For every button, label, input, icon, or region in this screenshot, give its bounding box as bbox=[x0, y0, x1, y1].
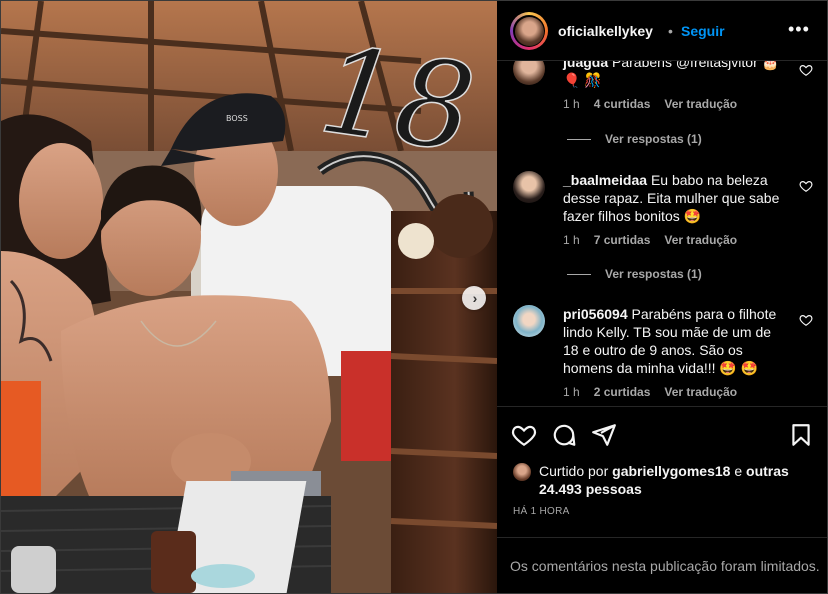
profile-avatar[interactable] bbox=[510, 12, 548, 50]
liked-by-text: Curtido por gabriellygomes18 e outras 24… bbox=[539, 462, 789, 498]
comment-meta: 1 h 4 curtidas Ver tradução bbox=[563, 97, 737, 111]
comment-like-heart-icon[interactable] bbox=[799, 313, 813, 327]
chevron-right-icon: › bbox=[472, 290, 478, 306]
view-replies-button[interactable]: Ver respostas (1) bbox=[567, 132, 702, 146]
comment-username[interactable]: pri056094 bbox=[563, 306, 628, 322]
comment-likes[interactable]: 2 curtidas bbox=[594, 385, 651, 399]
comment-icon[interactable] bbox=[551, 422, 577, 448]
translate-link[interactable]: Ver tradução bbox=[664, 233, 737, 247]
photo-illustration: 18 BOSS bbox=[1, 1, 497, 593]
liker-username[interactable]: gabriellygomes18 bbox=[612, 463, 730, 479]
comment-text: juagda Parabéns @freitasjvitor 🎂 🎈 🎊 bbox=[563, 61, 789, 89]
bookmark-icon[interactable] bbox=[788, 422, 814, 448]
svg-text:BOSS: BOSS bbox=[226, 114, 248, 123]
view-replies-label: Ver respostas (1) bbox=[605, 267, 702, 281]
post-side-panel: oficialkellykey • Seguir ••• juagda Para… bbox=[497, 1, 827, 593]
view-replies-label: Ver respostas (1) bbox=[605, 132, 702, 146]
heart-icon[interactable] bbox=[511, 422, 537, 448]
comment-text: pri056094 Parabéns para o filhote lindo … bbox=[563, 305, 789, 377]
comment-time: 1 h bbox=[563, 97, 580, 111]
post-photo[interactable]: 18 BOSS › bbox=[1, 1, 497, 593]
comment-likes[interactable]: 7 curtidas bbox=[594, 233, 651, 247]
post-timestamp[interactable]: HÁ 1 HORA bbox=[513, 506, 570, 517]
post-actions-bar bbox=[497, 406, 827, 462]
liker-avatar[interactable] bbox=[513, 463, 531, 481]
comments-limited-text: Os comentários nesta publicação foram li… bbox=[510, 558, 820, 574]
liked-by-connector: e bbox=[734, 463, 743, 479]
comment-username[interactable]: _baalmeidaa bbox=[563, 172, 647, 188]
comment-time: 1 h bbox=[563, 233, 580, 247]
post-header: oficialkellykey • Seguir ••• bbox=[497, 1, 827, 61]
follow-button[interactable]: Seguir bbox=[681, 23, 725, 39]
comments-list[interactable]: juagda Parabéns @freitasjvitor 🎂 🎈 🎊 1 h… bbox=[497, 61, 827, 406]
commenter-avatar[interactable] bbox=[513, 171, 545, 203]
commenter-avatar[interactable] bbox=[513, 305, 545, 337]
comment-time: 1 h bbox=[563, 385, 580, 399]
translate-link[interactable]: Ver tradução bbox=[664, 97, 737, 111]
liked-by-prefix: Curtido por bbox=[539, 463, 609, 479]
comment-username[interactable]: juagda bbox=[563, 61, 608, 70]
comment-likes[interactable]: 4 curtidas bbox=[594, 97, 651, 111]
comment-text: _baalmeidaa Eu babo na beleza desse rapa… bbox=[563, 171, 789, 225]
replies-divider bbox=[567, 273, 591, 275]
post-author-username[interactable]: oficialkellykey bbox=[558, 23, 653, 39]
comment-meta: 1 h 2 curtidas Ver tradução bbox=[563, 385, 737, 399]
next-photo-button[interactable]: › bbox=[462, 286, 486, 310]
separator-dot: • bbox=[668, 23, 673, 39]
replies-divider bbox=[567, 138, 591, 140]
comments-limited-notice: Os comentários nesta publicação foram li… bbox=[497, 537, 827, 594]
share-icon[interactable] bbox=[591, 422, 617, 448]
translate-link[interactable]: Ver tradução bbox=[664, 385, 737, 399]
comment-like-heart-icon[interactable] bbox=[799, 179, 813, 193]
commenter-avatar[interactable] bbox=[513, 61, 545, 85]
more-options-icon[interactable]: ••• bbox=[788, 19, 810, 40]
comment-meta: 1 h 7 curtidas Ver tradução bbox=[563, 233, 737, 247]
comment-like-heart-icon[interactable] bbox=[799, 63, 813, 77]
view-replies-button[interactable]: Ver respostas (1) bbox=[567, 267, 702, 281]
